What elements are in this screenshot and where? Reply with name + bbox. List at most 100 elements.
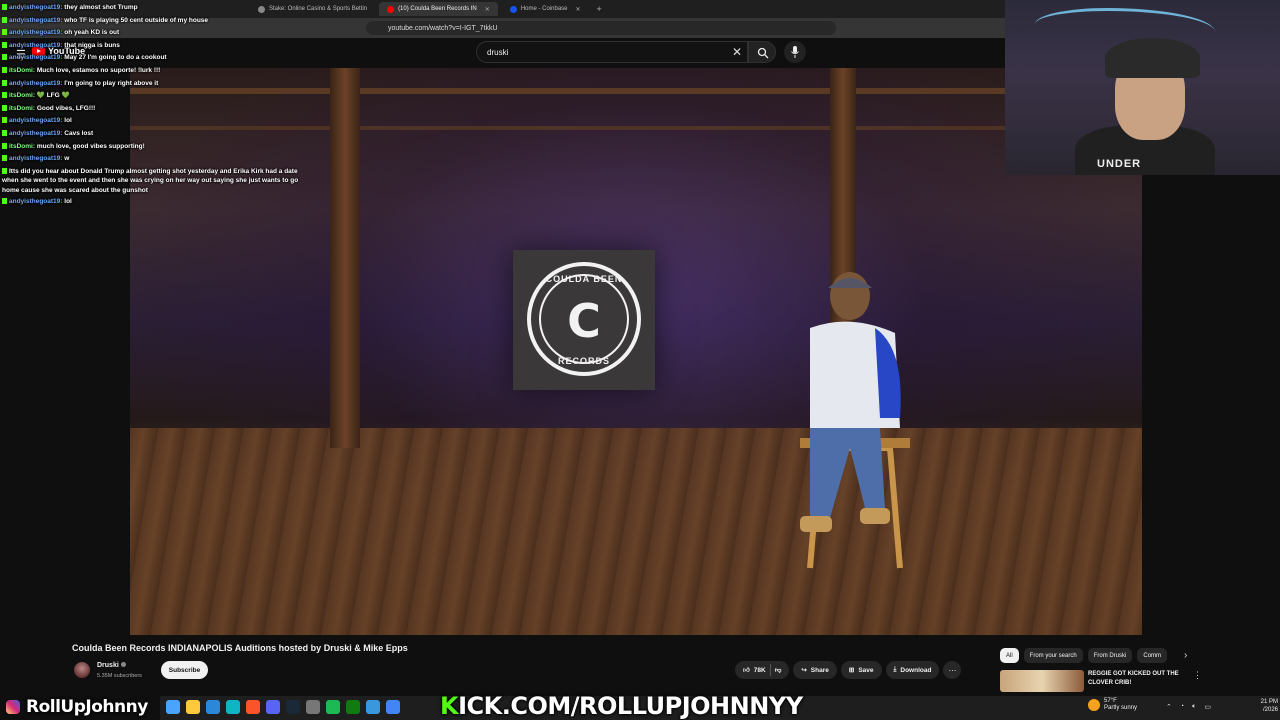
- chrome-icon[interactable]: [386, 700, 400, 714]
- chip-comm[interactable]: Comm: [1137, 648, 1168, 663]
- search-button[interactable]: [748, 41, 776, 63]
- kick-badge-icon: [2, 167, 7, 174]
- chat-username[interactable]: andyisthegoat19:: [9, 130, 62, 137]
- volume-icon[interactable]: 🔈︎: [1192, 703, 1196, 711]
- chat-username[interactable]: andyisthegoat19:: [9, 155, 62, 162]
- folder-icon[interactable]: [186, 700, 200, 714]
- tab-youtube-video[interactable]: (10) Coulda Been Records IN ✕: [379, 2, 498, 16]
- spotify-icon[interactable]: [326, 700, 340, 714]
- url-field[interactable]: youtube.com/watch?v=I-IGT_7tkkU: [366, 21, 836, 35]
- close-tab-icon[interactable]: ✕: [485, 6, 490, 13]
- microphone-icon: [791, 46, 799, 58]
- system-clock[interactable]: 21 PM /2026: [1252, 698, 1278, 714]
- kick-url-banner: K ICK.COM/ROLLUPJOHNNYY: [440, 692, 803, 720]
- xbox-icon[interactable]: [346, 700, 360, 714]
- streamer-name: RollUpJohnny: [26, 697, 148, 717]
- chat-message: Itts did you hear about Donald Trump alm…: [2, 166, 302, 197]
- kick-badge-icon: [2, 155, 7, 162]
- new-tab-icon[interactable]: +: [597, 4, 602, 14]
- chip-all[interactable]: All: [1000, 648, 1019, 663]
- thumbs-up-icon: 👍︎: [743, 667, 750, 674]
- mail-icon[interactable]: [366, 700, 380, 714]
- chat-username[interactable]: andyisthegoat19:: [9, 80, 62, 87]
- partly-sunny-icon: [1088, 699, 1100, 711]
- chat-message: itsDomi: Much love, estamos no suporte! …: [2, 65, 302, 78]
- tab-coinbase[interactable]: Home - Coinbase ✕: [502, 2, 589, 16]
- clock-date: /2026: [1262, 707, 1278, 713]
- kick-badge-icon: [2, 54, 7, 61]
- chat-username[interactable]: itsDomi:: [9, 143, 35, 150]
- download-label: Download: [900, 666, 932, 674]
- recommended-video-title[interactable]: REGGIE GOT KICKED OUT THE CLOVER CRIB!: [1088, 670, 1188, 688]
- chevron-up-icon[interactable]: ⌃: [1166, 703, 1172, 711]
- chat-message: andyisthegoat19: lol: [2, 115, 302, 128]
- brave-icon[interactable]: [246, 700, 260, 714]
- chip-from-your-search[interactable]: From your search: [1023, 648, 1083, 663]
- tab-label: Home - Coinbase: [520, 6, 568, 12]
- clear-search-icon[interactable]: ✕: [732, 45, 742, 59]
- youtube-favicon-icon: [387, 5, 395, 13]
- weather-desc: Partly sunny: [1104, 705, 1138, 711]
- chat-text: May 27 I'm going to do a cookout: [64, 54, 167, 62]
- subscribe-button[interactable]: Subscribe: [161, 661, 208, 679]
- channel-name-text: Druski: [97, 662, 119, 669]
- chat-text: lol: [64, 117, 72, 125]
- chat-username[interactable]: andyisthegoat19:: [9, 17, 62, 24]
- more-vert-icon[interactable]: ⋮: [1193, 670, 1202, 681]
- chat-text: Much love, estamos no suporte! !lurk !!!: [36, 66, 161, 74]
- store-icon[interactable]: [206, 700, 220, 714]
- share-label: Share: [810, 666, 829, 674]
- chat-username[interactable]: andyisthegoat19:: [9, 42, 62, 49]
- network-icon[interactable]: ◔: [1180, 703, 1184, 711]
- chat-message: itsDomi: 💚 LFG 💚: [2, 90, 302, 103]
- coinbase-favicon-icon: [509, 5, 517, 13]
- chat-username[interactable]: andyisthegoat19:: [9, 29, 62, 36]
- search-taskbar-icon[interactable]: [166, 700, 180, 714]
- edge-icon[interactable]: [226, 700, 240, 714]
- download-button[interactable]: ⤓ Download: [885, 661, 940, 679]
- like-button[interactable]: 👍︎ 78K: [743, 666, 766, 675]
- chat-text: 💚 LFG 💚: [36, 92, 70, 100]
- verified-icon: [120, 662, 126, 667]
- chevron-right-icon[interactable]: ›: [1184, 650, 1187, 661]
- tab-label: (10) Coulda Been Records IN: [398, 6, 477, 12]
- chat-message: andyisthegoat19: they almost shot Trump: [2, 2, 302, 15]
- chat-username[interactable]: itsDomi:: [9, 67, 35, 74]
- battery-icon[interactable]: ▭: [1204, 703, 1211, 711]
- channel-name[interactable]: Druski: [97, 662, 126, 669]
- chat-message: andyisthegoat19: oh yeah KD is out: [2, 27, 302, 40]
- chat-text: I'm going to play right above it: [64, 79, 159, 87]
- chip-from-druski[interactable]: From Druski: [1087, 648, 1133, 663]
- steam-icon[interactable]: [286, 700, 300, 714]
- kick-badge-icon: [2, 66, 7, 73]
- chat-text: much love, good vibes supporting!: [36, 142, 145, 150]
- search-input[interactable]: druski: [476, 41, 748, 63]
- chat-username[interactable]: andyisthegoat19:: [9, 117, 62, 124]
- kick-badge-icon: [2, 92, 7, 99]
- kick-badge-icon: [2, 142, 7, 149]
- discord-icon[interactable]: [266, 700, 280, 714]
- kick-logo-letter: K: [440, 692, 459, 720]
- chat-text: who TF is playing 50 cent outside of my …: [64, 16, 209, 24]
- obs-icon[interactable]: [306, 700, 320, 714]
- chat-message: andyisthegoat19: I'm going to play right…: [2, 78, 302, 91]
- more-actions-button[interactable]: ···: [943, 661, 962, 679]
- chat-username[interactable]: itsDomi:: [9, 105, 35, 112]
- weather-widget[interactable]: 57°F Partly sunny: [1088, 698, 1137, 712]
- voice-search-button[interactable]: [784, 41, 806, 63]
- chat-text: Cavs lost: [64, 129, 94, 137]
- chat-message: andyisthegoat19: Cavs lost: [2, 128, 302, 141]
- chat-username[interactable]: andyisthegoat19:: [9, 4, 62, 11]
- channel-avatar[interactable]: [74, 662, 90, 678]
- chat-username[interactable]: andyisthegoat19:: [9, 198, 62, 205]
- dislike-button[interactable]: 👎︎: [775, 666, 782, 674]
- share-button[interactable]: ↪ Share: [793, 661, 837, 679]
- save-button[interactable]: ⊞ Save: [840, 661, 882, 679]
- close-tab-icon[interactable]: ✕: [576, 6, 581, 13]
- chat-message: andyisthegoat19: lol: [2, 196, 302, 209]
- kick-badge-icon: [2, 4, 7, 10]
- chat-username[interactable]: andyisthegoat19:: [9, 54, 62, 61]
- chat-username[interactable]: itsDomi:: [9, 92, 35, 99]
- chat-text: lol: [64, 198, 72, 206]
- recommended-video-thumbnail[interactable]: [1000, 670, 1084, 692]
